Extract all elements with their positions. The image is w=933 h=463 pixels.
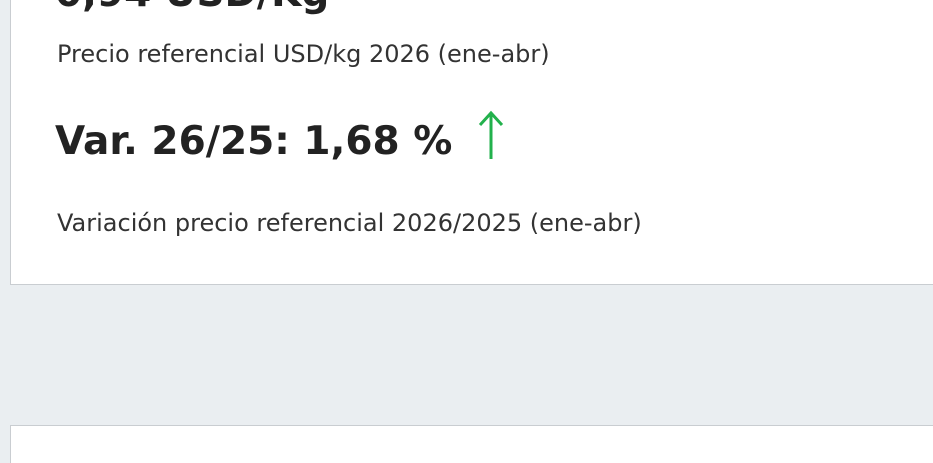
price-caption: Precio referencial USD/kg 2026 (ene-abr) <box>57 40 550 68</box>
variation-caption: Variación precio referencial 2026/2025 (… <box>57 209 642 237</box>
page: 0,94 USD/Kg Precio referencial USD/kg 20… <box>0 0 933 463</box>
variation-row: Var. 26/25: 1,68 % <box>55 109 506 171</box>
price-card: 0,94 USD/Kg Precio referencial USD/kg 20… <box>10 0 933 285</box>
next-card <box>10 425 933 463</box>
variation-value: Var. 26/25: 1,68 % <box>55 118 453 164</box>
arrow-up-icon <box>476 109 506 161</box>
price-value: 0,94 USD/Kg <box>55 0 329 18</box>
